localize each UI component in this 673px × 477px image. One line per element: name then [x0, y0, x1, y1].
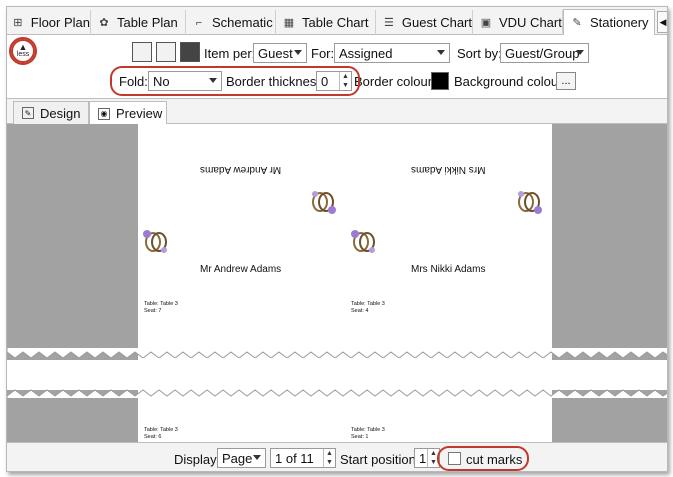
chevron-left-icon: ◀ [659, 16, 667, 27]
preview-navigation-bar: Display: Page 1 of 11 ▲ ▼ Start position:… [7, 442, 667, 471]
tab-stationery[interactable]: ✎ Stationery [563, 9, 655, 36]
sort-by-select[interactable]: Guest/Group [500, 43, 589, 63]
tab-table-plan[interactable]: ✿ Table Plan [91, 10, 186, 35]
background-colour-button-label: ... [561, 75, 571, 87]
card-table: Table: Table 3 [144, 301, 178, 307]
rings-ornament-icon [518, 191, 542, 214]
stationery-preview: Mr Andrew Adams Mrs Nikki Adams Mr Andre… [7, 124, 667, 442]
border-colour-label: Border colour: [354, 74, 436, 89]
chevron-down-icon [576, 50, 584, 55]
rings-ornament-icon [351, 230, 375, 253]
tab-label: Preview [116, 106, 163, 121]
floor-plan-icon: ⊞ [13, 17, 23, 29]
item-per-value: Guest [258, 45, 293, 61]
tab-label: Floor Plan [30, 15, 90, 30]
tab-preview[interactable]: ◉ Preview [89, 101, 167, 125]
tab-label: VDU Chart [499, 15, 562, 30]
copy-document-icon[interactable] [156, 42, 176, 62]
tab-label: Table Chart [302, 15, 369, 30]
for-select[interactable]: Assigned [334, 43, 450, 63]
background-colour-label: Background colour: [454, 74, 567, 89]
tab-schematic[interactable]: ⌐ Schematic [186, 10, 276, 35]
view-tabs: ✎ Design ◉ Preview [7, 99, 667, 125]
page-gap [7, 360, 667, 390]
card-seat: Seat: 4 [351, 308, 369, 314]
tab-guest-chart[interactable]: ☰ Guest Chart [376, 10, 473, 35]
page-value: 1 of 11 [275, 450, 314, 466]
table-chart-icon: ▦ [283, 17, 295, 29]
card-table: Table: Table 3 [351, 301, 385, 307]
rings-ornament-icon [143, 230, 167, 253]
tab-table-chart[interactable]: ▦ Table Chart [276, 10, 376, 35]
torn-edge [7, 348, 667, 358]
sort-by-value: Guest/Group [505, 45, 580, 61]
border-colour-swatch[interactable] [431, 72, 449, 90]
display-value: Page [222, 450, 253, 466]
card-seat: Seat: 7 [144, 308, 162, 314]
stationery-toolbar: ▲ less Item per: Guest For: Assigned Sor… [7, 35, 667, 99]
item-per-label: Item per: [204, 46, 256, 61]
card-table: Table: Table 3 [351, 427, 385, 433]
card-seat: Seat: 6 [144, 434, 162, 440]
card-name-flipped: Mr Andrew Adams [200, 164, 282, 175]
fold-border-highlight [110, 66, 360, 96]
tab-design[interactable]: ✎ Design [13, 101, 89, 124]
rings-ornament-icon [312, 191, 336, 214]
stationery-window: ⊞ Floor Plan ✿ Table Plan ⌐ Schematic ▦ … [6, 6, 668, 472]
table-plan-icon: ✿ [99, 17, 109, 29]
display-select[interactable]: Page [217, 448, 266, 468]
sort-by-label: Sort by: [457, 46, 502, 61]
tab-label: Guest Chart [401, 15, 472, 30]
less-button-highlight [9, 37, 37, 65]
card-name: Mr Andrew Adams [200, 264, 282, 275]
preview-margin-left [7, 400, 138, 442]
tab-label: Stationery [590, 15, 649, 30]
tab-scroll-left-button[interactable]: ◀ [657, 11, 667, 33]
item-per-select[interactable]: Guest [253, 43, 307, 63]
main-tab-strip: ⊞ Floor Plan ✿ Table Plan ⌐ Schematic ▦ … [7, 7, 667, 36]
tab-vdu-chart[interactable]: ▣ VDU Chart [473, 10, 563, 35]
preview-icon: ◉ [98, 107, 110, 120]
for-value: Assigned [339, 45, 393, 61]
tab-floor-plan[interactable]: ⊞ Floor Plan [7, 10, 91, 35]
for-label: For: [311, 46, 335, 61]
start-position-value: 1 [419, 450, 427, 466]
card-name-flipped: Mrs Nikki Adams [411, 164, 486, 175]
tab-label: Schematic [212, 15, 273, 30]
start-position-label: Start position: [340, 452, 420, 467]
chevron-down-icon [294, 50, 302, 55]
tab-label: Table Plan [117, 15, 178, 30]
tab-label: Design [40, 105, 81, 121]
preview-margin-right [552, 400, 667, 442]
background-colour-button[interactable]: ... [556, 72, 576, 90]
design-icon: ✎ [22, 107, 34, 119]
torn-edge [7, 389, 667, 398]
vdu-chart-icon: ▣ [480, 17, 492, 29]
guest-chart-icon: ☰ [384, 17, 394, 29]
display-label: Display: [174, 452, 221, 467]
chevron-down-icon [253, 455, 261, 460]
cut-marks-highlight [437, 446, 529, 471]
page-spinner[interactable]: 1 of 11 ▲ ▼ [270, 448, 336, 468]
save-icon[interactable] [180, 42, 200, 62]
card-seat: Seat: 1 [351, 434, 369, 440]
card-table: Table: Table 3 [144, 427, 178, 433]
card-name: Mrs Nikki Adams [411, 264, 486, 275]
stationery-icon: ✎ [572, 17, 582, 29]
schematic-icon: ⌐ [195, 16, 203, 29]
chevron-down-icon [437, 50, 445, 55]
new-document-icon[interactable] [132, 42, 152, 62]
spinner-arrows-icon[interactable]: ▲ ▼ [323, 449, 335, 467]
